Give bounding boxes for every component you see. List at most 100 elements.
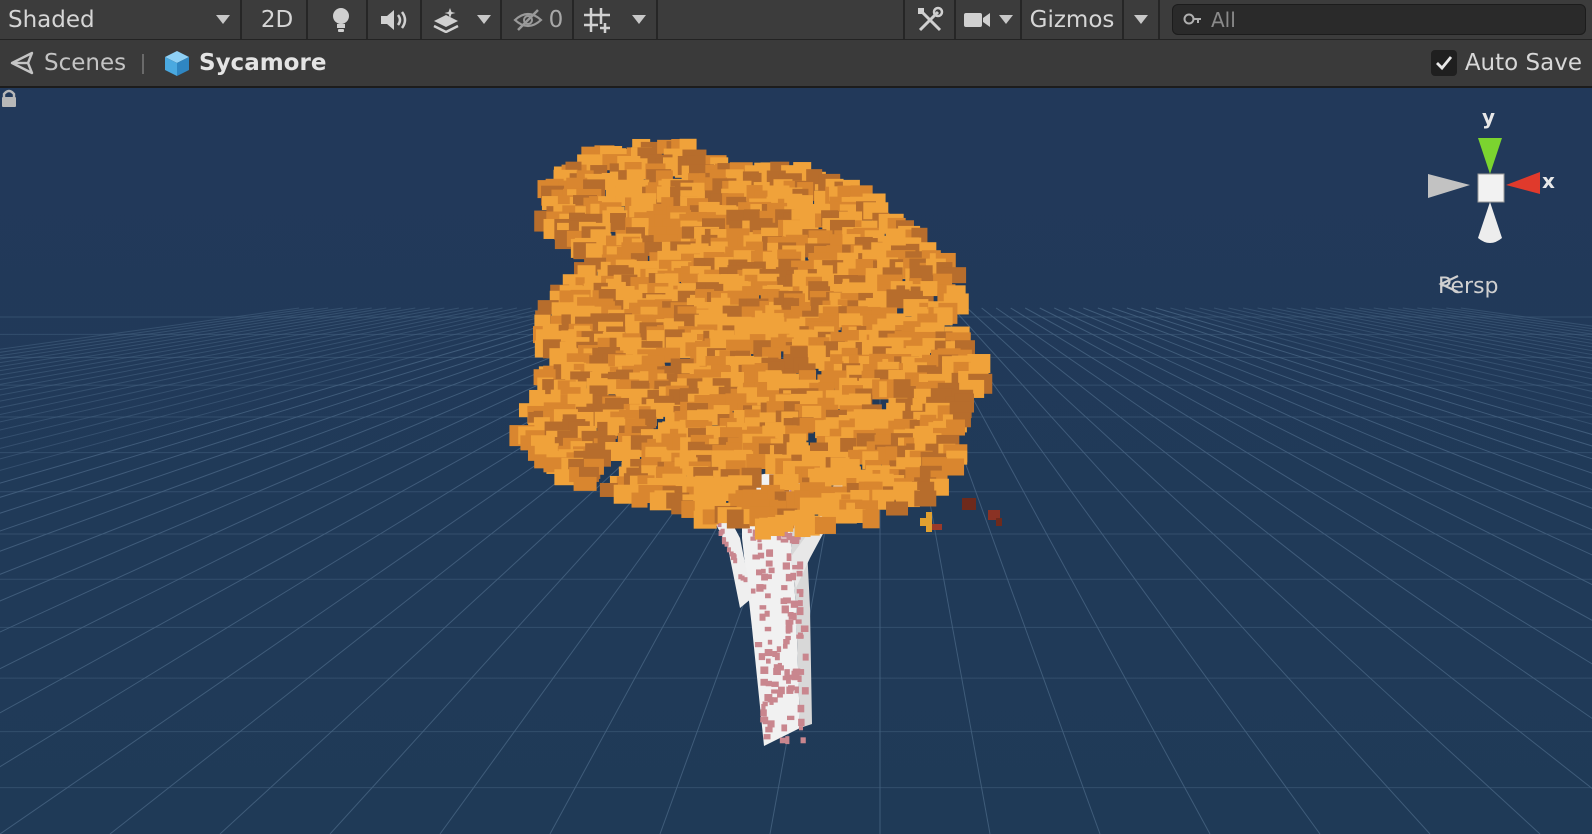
divider xyxy=(366,0,368,39)
auto-save-checkbox[interactable] xyxy=(1430,50,1457,76)
lock-icon[interactable] xyxy=(0,88,18,108)
breadcrumb-current-scene[interactable]: Sycamore xyxy=(163,40,326,86)
bark-spot xyxy=(765,593,771,599)
gizmo-center-cube[interactable] xyxy=(1477,173,1505,203)
bark-spot xyxy=(773,667,781,676)
scene-visibility-button[interactable]: 0 xyxy=(506,0,570,39)
bark-spot xyxy=(801,687,809,695)
divider xyxy=(572,0,574,39)
effects-toggle-button[interactable] xyxy=(424,0,468,39)
bark-spot xyxy=(771,689,779,694)
shading-mode-label: Shaded xyxy=(8,6,95,33)
hidden-count: 0 xyxy=(548,6,564,33)
scene-canvas: y x xyxy=(0,88,1592,834)
bark-spot xyxy=(773,697,778,703)
divider xyxy=(240,0,242,39)
perspective-icon xyxy=(1438,275,1459,293)
shading-mode-dropdown[interactable]: Shaded xyxy=(0,0,240,39)
divider xyxy=(500,0,502,39)
bark-spot xyxy=(781,724,788,732)
gizmo-x-label: x xyxy=(1542,169,1555,193)
bark-spot xyxy=(797,632,803,639)
search-input[interactable] xyxy=(1211,7,1571,32)
leaf-voxel xyxy=(814,516,836,534)
bark-spot xyxy=(796,570,803,577)
bark-spot xyxy=(765,726,773,733)
projection-toggle[interactable]: Persp xyxy=(1438,274,1499,299)
divider xyxy=(1158,0,1160,39)
bark-spot xyxy=(788,614,795,620)
camera-settings-button[interactable] xyxy=(960,0,994,39)
bark-spot xyxy=(752,554,760,560)
hierarchy-search[interactable] xyxy=(1172,4,1586,35)
bark-spot xyxy=(760,666,769,674)
bark-spot xyxy=(771,681,779,687)
breadcrumb-scenes[interactable]: Scenes xyxy=(10,40,126,86)
bark-spot xyxy=(782,643,788,649)
leaf-voxel xyxy=(610,213,627,233)
divider xyxy=(954,0,956,39)
scene-toolbar: Shaded 2D 0 Gizmos All xyxy=(0,0,1592,40)
bark-spot xyxy=(766,549,774,557)
bark-spot xyxy=(754,642,763,648)
lighting-toggle-button[interactable] xyxy=(318,0,364,39)
leaf-voxel xyxy=(920,281,938,297)
bark-spot xyxy=(785,626,791,634)
bark-spot xyxy=(797,704,805,713)
gizmos-dropdown[interactable] xyxy=(1126,0,1156,39)
chevron-down-icon xyxy=(999,15,1013,24)
bark-spot xyxy=(799,589,804,598)
bark-spot xyxy=(768,567,775,574)
leaf-voxel xyxy=(746,454,767,470)
lighting-icon xyxy=(333,7,349,32)
chevron-down-icon xyxy=(216,15,230,24)
bark-spot xyxy=(798,718,805,727)
bark-spot xyxy=(758,653,766,661)
audio-toggle-button[interactable] xyxy=(370,0,418,39)
2d-toggle-label: 2D xyxy=(260,6,294,33)
leaf-voxel xyxy=(862,509,880,529)
bark-spot xyxy=(786,686,794,694)
bark-spot xyxy=(733,558,738,564)
grid-snap-dropdown[interactable] xyxy=(624,0,654,39)
checkmark-icon xyxy=(1435,56,1452,71)
breadcrumb-separator xyxy=(142,54,144,74)
visibility-icon xyxy=(513,8,543,31)
effects-dropdown[interactable] xyxy=(470,0,498,39)
prefab-cube-icon xyxy=(165,51,189,76)
divider xyxy=(1122,0,1124,39)
leaf-voxel xyxy=(886,501,909,516)
gizmos-button[interactable]: Gizmos xyxy=(1024,0,1120,39)
bark-spot xyxy=(772,650,778,658)
bark-spot xyxy=(719,529,724,535)
grid-snap-button[interactable] xyxy=(576,0,618,39)
camera-settings-dropdown[interactable] xyxy=(994,0,1018,39)
scene-viewport[interactable]: y x Persp xyxy=(0,88,1592,834)
audio-icon xyxy=(381,9,407,30)
bark-spot xyxy=(765,658,771,664)
bark-spot xyxy=(781,585,788,591)
bark-spot xyxy=(780,538,789,543)
bark-spot xyxy=(759,584,767,590)
tools-button[interactable] xyxy=(908,0,952,39)
bark-spot xyxy=(789,674,794,680)
bark-spot xyxy=(785,619,794,625)
chevron-down-icon xyxy=(477,15,491,24)
breadcrumb-scenes-label: Scenes xyxy=(44,50,127,76)
leaf-voxel xyxy=(775,514,794,532)
2d-toggle-button[interactable]: 2D xyxy=(250,0,304,39)
bark-spot xyxy=(721,539,726,545)
bark-spot xyxy=(763,734,771,740)
bark-spot xyxy=(731,552,736,558)
bark-spot xyxy=(794,686,799,694)
divider xyxy=(306,0,308,39)
bark-spot xyxy=(797,600,803,607)
bark-spot xyxy=(759,605,767,610)
bark-spot xyxy=(784,669,790,677)
auto-save-toggle[interactable]: Auto Save xyxy=(1430,40,1582,86)
bark-spot xyxy=(760,678,768,686)
bark-spot xyxy=(764,610,770,617)
grid-snap-icon xyxy=(584,7,610,33)
divider xyxy=(1020,0,1022,39)
scene-breadcrumb-bar: Scenes Sycamore Auto Save xyxy=(0,40,1592,88)
